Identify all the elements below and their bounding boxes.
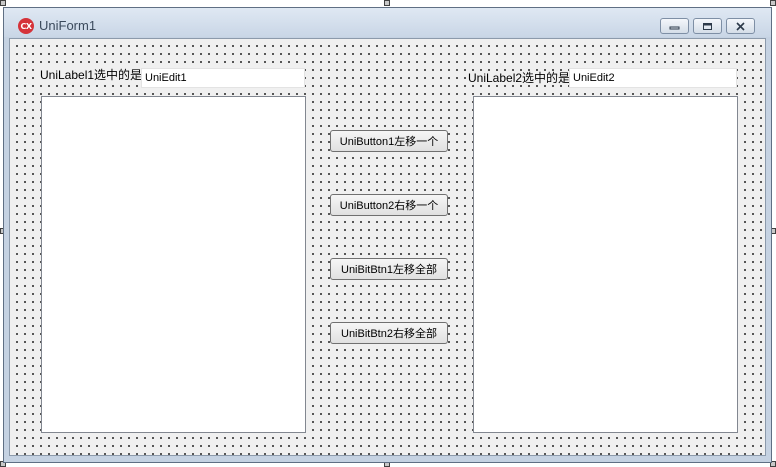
maximize-icon <box>703 22 712 30</box>
minimize-icon <box>669 26 680 30</box>
right-listbox[interactable] <box>473 96 738 433</box>
left-listbox[interactable] <box>41 96 306 433</box>
cx-logo-icon: CX <box>18 18 34 34</box>
right-selection-label: UniLabel2选中的是 <box>468 71 571 85</box>
window-title: UniForm1 <box>39 18 97 33</box>
resize-handle-top-right[interactable] <box>770 0 776 6</box>
move-one-left-button[interactable]: UniButton1左移一个 <box>330 130 448 152</box>
close-button[interactable] <box>726 18 755 34</box>
move-all-left-button[interactable]: UniBitBtn1左移全部 <box>330 258 448 280</box>
minimize-button[interactable] <box>660 18 689 34</box>
close-icon <box>736 21 745 31</box>
move-one-right-button[interactable]: UniButton2右移一个 <box>330 194 448 216</box>
right-selection-edit[interactable]: UniEdit2 <box>569 68 737 88</box>
maximize-button[interactable] <box>693 18 722 34</box>
resize-handle-top-left[interactable] <box>0 0 6 6</box>
title-bar[interactable]: CX UniForm1 <box>4 8 771 37</box>
left-selection-edit[interactable]: UniEdit1 <box>141 68 305 88</box>
left-selection-label: UniLabel1选中的是 <box>40 68 143 82</box>
move-all-right-button[interactable]: UniBitBtn2右移全部 <box>330 322 448 344</box>
form-client-area: UniLabel1选中的是 UniEdit1 UniLabel2选中的是 Uni… <box>9 38 766 456</box>
form-window: CX UniForm1 UniLabel1选中的是 UniEdit1 UniLa… <box>3 7 772 463</box>
resize-handle-top-center[interactable] <box>384 0 390 6</box>
